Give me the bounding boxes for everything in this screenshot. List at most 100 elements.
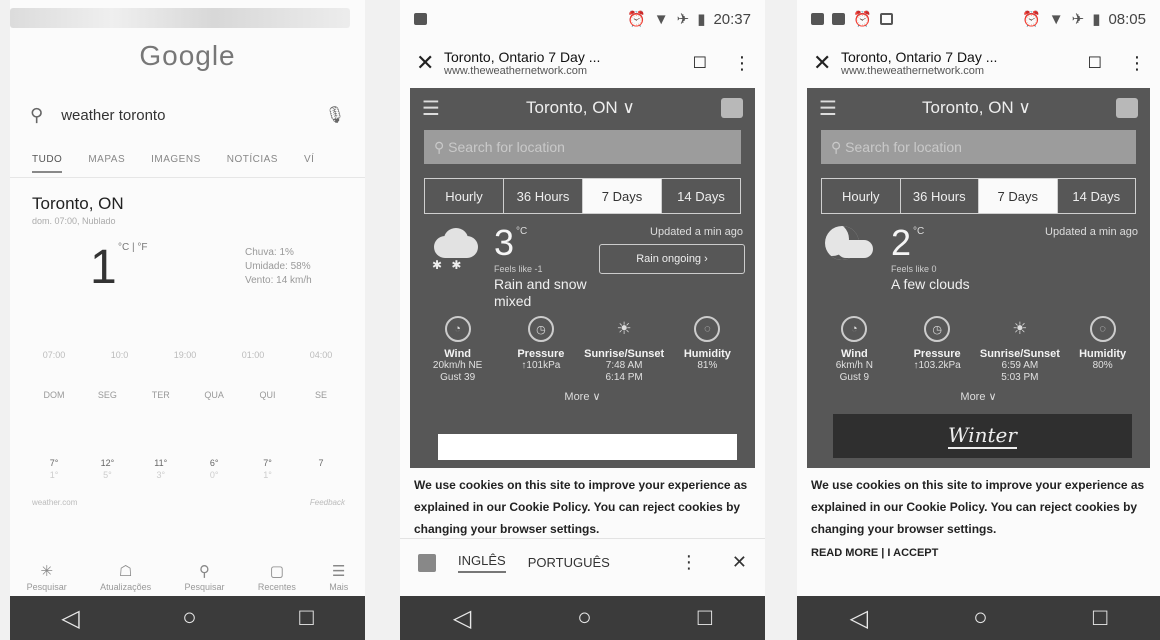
metric-value-2: 5:03 PM xyxy=(1001,372,1039,383)
day-column[interactable]: TER 11° 3° xyxy=(141,390,181,480)
unit-toggle[interactable]: °C | °F xyxy=(118,242,147,253)
more-button[interactable]: More ∨ xyxy=(807,390,1150,403)
search-placeholder: Search for location xyxy=(845,139,962,155)
lang-english[interactable]: INGLÊS xyxy=(458,553,506,573)
search-icon: ⚲ xyxy=(198,563,210,580)
day-low: 0° xyxy=(209,470,219,480)
home-icon[interactable]: ○ xyxy=(182,604,197,632)
metric-label: Sunrise/Sunset xyxy=(584,348,665,360)
nav-updates[interactable]: ☖ Atualizações xyxy=(100,562,151,592)
back-icon[interactable]: ◁ xyxy=(453,604,471,633)
metric-label: Pressure xyxy=(517,348,565,360)
more-options-icon[interactable]: ⋮ xyxy=(1128,53,1146,74)
tab-videos[interactable]: VÍ xyxy=(304,154,314,173)
tab-noticias[interactable]: NOTÍCIAS xyxy=(227,154,278,173)
location-search-input[interactable]: ⚲ Search for location xyxy=(821,130,1136,164)
metric-label: Sunrise/Sunset xyxy=(979,348,1060,360)
tab-hourly[interactable]: Hourly xyxy=(822,179,900,213)
more-button[interactable]: More ∨ xyxy=(410,390,755,403)
updated-text: Updated a min ago xyxy=(650,226,743,238)
more-options-icon[interactable]: ⋮ xyxy=(680,552,698,573)
status-bar: ⏰ ▼ ✈ ▮ 20:37 xyxy=(400,0,765,38)
android-nav-bar: ◁ ○ □ xyxy=(400,596,765,640)
weather-panel: ☰ Toronto, ON ∨ ⚲ Search for location Ho… xyxy=(410,88,755,468)
tab-imagens[interactable]: IMAGENS xyxy=(151,154,201,173)
recents-icon[interactable]: □ xyxy=(698,604,713,632)
location-search-input[interactable]: ⚲ Search for location xyxy=(424,130,741,164)
nav-discover[interactable]: ✳ Pesquisar xyxy=(27,562,67,592)
hamburger-icon[interactable]: ☰ xyxy=(422,96,440,121)
metric-humidity: ◌ Humidity 80% xyxy=(1063,316,1143,384)
day-column[interactable]: DOM 7° 1° xyxy=(34,390,74,480)
alarm-icon: ⏰ xyxy=(1022,11,1041,28)
hour-label: 19:00 xyxy=(173,350,197,360)
banner-text: Winter xyxy=(948,423,1017,449)
search-input[interactable]: weather toronto xyxy=(61,107,325,124)
cookie-actions[interactable]: READ MORE | I ACCEPT xyxy=(811,542,1146,564)
metric-label: Wind xyxy=(840,348,868,360)
winter-ad-banner[interactable]: Winter xyxy=(833,414,1132,458)
tab-mapas[interactable]: MAPAS xyxy=(88,154,125,173)
ad-placeholder[interactable] xyxy=(438,434,737,460)
feels-like: Feels like 0 xyxy=(891,264,937,274)
tab-hourly[interactable]: Hourly xyxy=(425,179,503,213)
location-selector[interactable]: Toronto, ON ∨ xyxy=(922,98,1031,118)
search-icon[interactable]: ⚲ xyxy=(30,105,43,126)
rain-ongoing-button[interactable]: Rain ongoing › xyxy=(599,244,745,274)
tab-14-days[interactable]: 14 Days xyxy=(1056,179,1136,213)
screenshot-collage: Google ⚲ weather toronto 🎙 TUDO MAPAS IM… xyxy=(0,0,1160,640)
tab-36-hours[interactable]: 36 Hours xyxy=(899,179,979,213)
tab-14-days[interactable]: 14 Days xyxy=(661,179,740,213)
feedback-link[interactable]: Feedback xyxy=(310,498,345,507)
location-selector[interactable]: Toronto, ON ∨ xyxy=(526,98,635,118)
recents-icon[interactable]: □ xyxy=(299,604,314,632)
metric-sunrise-sunset: ☀ Sunrise/Sunset 7:48 AM 6:14 PM xyxy=(584,316,664,384)
humidity-icon: ◌ xyxy=(694,316,721,342)
nav-recents[interactable]: ▢ Recentes xyxy=(258,562,296,592)
bookmark-icon[interactable]: ☐ xyxy=(693,53,707,73)
day-column[interactable]: SE 7 xyxy=(301,390,341,480)
page-title: Toronto, Ontario 7 Day ... xyxy=(444,49,601,65)
back-icon[interactable]: ◁ xyxy=(850,604,868,633)
site-logo[interactable] xyxy=(720,98,743,118)
day-column[interactable]: QUA 6° 0° xyxy=(194,390,234,480)
back-icon[interactable]: ◁ xyxy=(61,604,79,633)
source-link[interactable]: weather.com xyxy=(32,498,77,507)
lang-portuguese[interactable]: PORTUGUÊS xyxy=(528,555,610,570)
day-high: 7 xyxy=(318,458,324,468)
tab-7-days[interactable]: 7 Days xyxy=(978,179,1057,213)
tab-tudo[interactable]: TUDO xyxy=(32,154,63,173)
day-column[interactable]: QUI 7° 1° xyxy=(248,390,288,480)
hamburger-icon[interactable]: ☰ xyxy=(819,96,837,121)
day-column[interactable]: SEG 12° 5° xyxy=(87,390,127,480)
daily-forecast: DOM 7° 1° SEG 12° 5° TER 11° 3° QUA 6° 0° QUI 7° 1… xyxy=(10,390,365,480)
site-logo[interactable] xyxy=(1115,98,1138,118)
recents-icon[interactable]: □ xyxy=(1093,604,1108,632)
close-icon[interactable]: ✕ xyxy=(416,50,444,76)
sunrise-icon: ☀ xyxy=(1012,319,1028,338)
home-icon[interactable]: ○ xyxy=(973,604,988,632)
close-icon[interactable]: ✕ xyxy=(732,552,747,573)
search-bar[interactable]: ⚲ weather toronto 🎙 xyxy=(30,98,345,132)
home-icon[interactable]: ○ xyxy=(577,604,592,632)
browser-toolbar: ✕ Toronto, Ontario 7 Day ... www.theweat… xyxy=(797,38,1160,88)
tab-7-days[interactable]: 7 Days xyxy=(582,179,661,213)
phone-google-search: Google ⚲ weather toronto 🎙 TUDO MAPAS IM… xyxy=(10,0,365,640)
tab-36-hours[interactable]: 36 Hours xyxy=(503,179,582,213)
nav-search[interactable]: ⚲ Pesquisar xyxy=(184,562,224,592)
day-name: QUI xyxy=(259,390,276,400)
condition-text: Rain and snow mixed xyxy=(494,276,587,309)
metric-value: ↑101kPa xyxy=(521,360,561,371)
metric-wind: ◔ Wind 6km/h N Gust 9 xyxy=(814,316,894,384)
bookmark-icon[interactable]: ☐ xyxy=(1088,53,1102,73)
close-icon[interactable]: ✕ xyxy=(813,50,841,76)
more-options-icon[interactable]: ⋮ xyxy=(733,53,751,74)
notification-icon xyxy=(811,13,824,25)
translate-bar: INGLÊS PORTUGUÊS ⋮ ✕ xyxy=(400,538,765,586)
microphone-icon[interactable]: 🎙 xyxy=(325,105,345,125)
status-time: 08:05 xyxy=(1108,10,1146,28)
page-url: www.theweathernetwork.com xyxy=(841,65,985,77)
battery-icon: ▮ xyxy=(1092,11,1101,28)
battery-icon: ▮ xyxy=(697,11,706,28)
nav-more[interactable]: ☰ Mais xyxy=(329,562,348,592)
